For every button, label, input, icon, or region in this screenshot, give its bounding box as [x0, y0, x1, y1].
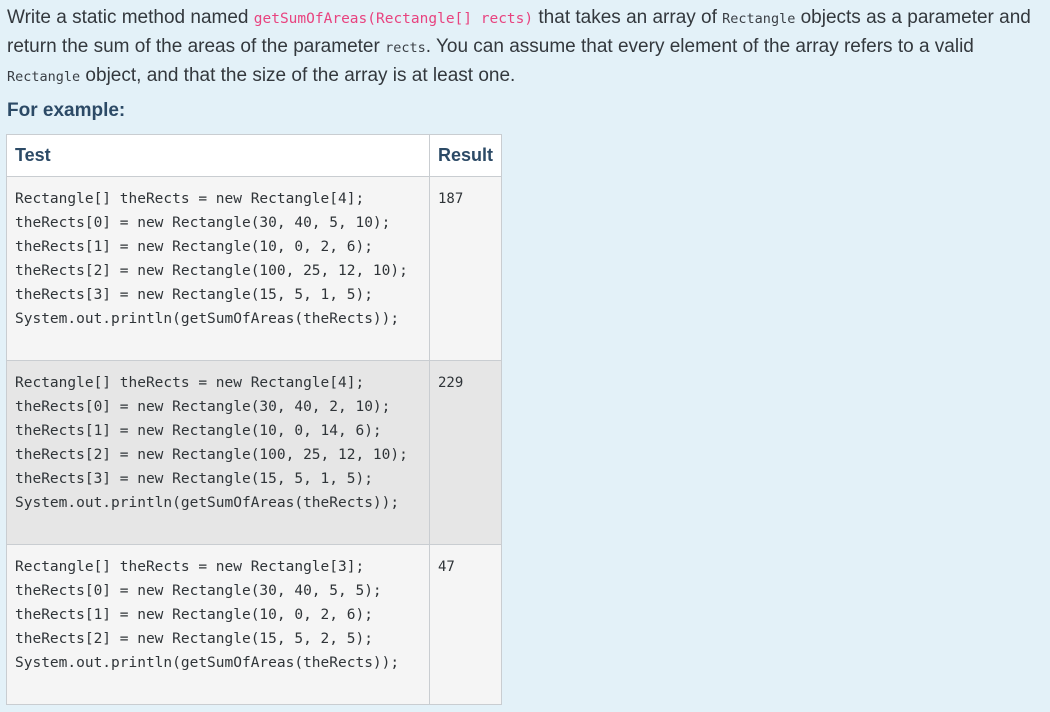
code-line: theRects[0] = new Rectangle(30, 40, 5, 1…: [15, 215, 391, 231]
code-line: System.out.println(getSumOfAreas(theRect…: [15, 495, 400, 511]
result-column-header: Result: [428, 134, 503, 177]
table-row: Rectangle[] theRects = new Rectangle[3];…: [6, 544, 503, 705]
test-cell: Rectangle[] theRects = new Rectangle[4];…: [6, 176, 430, 361]
result-cell: 187: [428, 176, 503, 361]
test-column-header: Test: [6, 134, 430, 177]
question-text-part: that takes an array of: [533, 7, 723, 28]
question-text-part: object, and that the size of the array i…: [80, 65, 516, 86]
result-cell: 229: [428, 360, 503, 545]
table-row: Rectangle[] theRects = new Rectangle[4];…: [6, 176, 503, 361]
code-line: theRects[1] = new Rectangle(10, 0, 2, 6)…: [15, 239, 373, 255]
question-text-part: . You can assume that every element of t…: [425, 36, 974, 57]
code-line: theRects[1] = new Rectangle(10, 0, 2, 6)…: [15, 607, 373, 623]
code-line: Rectangle[] theRects = new Rectangle[4];: [15, 191, 365, 207]
result-value: 187: [438, 191, 464, 207]
code-line: Rectangle[] theRects = new Rectangle[3];: [15, 559, 365, 575]
code-line: theRects[2] = new Rectangle(100, 25, 12,…: [15, 263, 408, 279]
test-cell: Rectangle[] theRects = new Rectangle[3];…: [6, 544, 430, 705]
class-name: Rectangle: [722, 11, 796, 27]
result-cell: 47: [428, 544, 503, 705]
code-line: theRects[0] = new Rectangle(30, 40, 5, 5…: [15, 583, 382, 599]
examples-table: Test Result Rectangle[] theRects = new R…: [6, 134, 503, 705]
test-cell: Rectangle[] theRects = new Rectangle[4];…: [6, 360, 430, 545]
code-line: theRects[2] = new Rectangle(15, 5, 2, 5)…: [15, 631, 373, 647]
method-signature: getSumOfAreas(Rectangle[] rects): [253, 11, 534, 27]
code-line: theRects[0] = new Rectangle(30, 40, 2, 1…: [15, 399, 391, 415]
question-text: Write a static method named getSumOfArea…: [7, 4, 1043, 91]
for-example-heading: For example:: [7, 100, 126, 121]
code-line: System.out.println(getSumOfAreas(theRect…: [15, 655, 400, 671]
result-value: 47: [438, 559, 455, 575]
class-name: Rectangle: [7, 69, 81, 85]
code-line: theRects[1] = new Rectangle(10, 0, 14, 6…: [15, 423, 382, 439]
code-line: theRects[3] = new Rectangle(15, 5, 1, 5)…: [15, 471, 373, 487]
code-line: Rectangle[] theRects = new Rectangle[4];: [15, 375, 365, 391]
code-line: theRects[2] = new Rectangle(100, 25, 12,…: [15, 447, 408, 463]
code-line: theRects[3] = new Rectangle(15, 5, 1, 5)…: [15, 287, 373, 303]
table-header-row: Test Result: [6, 134, 503, 177]
result-value: 229: [438, 375, 464, 391]
table-row: Rectangle[] theRects = new Rectangle[4];…: [6, 360, 503, 545]
question-text-part: Write a static method named: [7, 7, 254, 28]
param-name: rects: [385, 40, 426, 56]
code-line: System.out.println(getSumOfAreas(theRect…: [15, 311, 400, 327]
